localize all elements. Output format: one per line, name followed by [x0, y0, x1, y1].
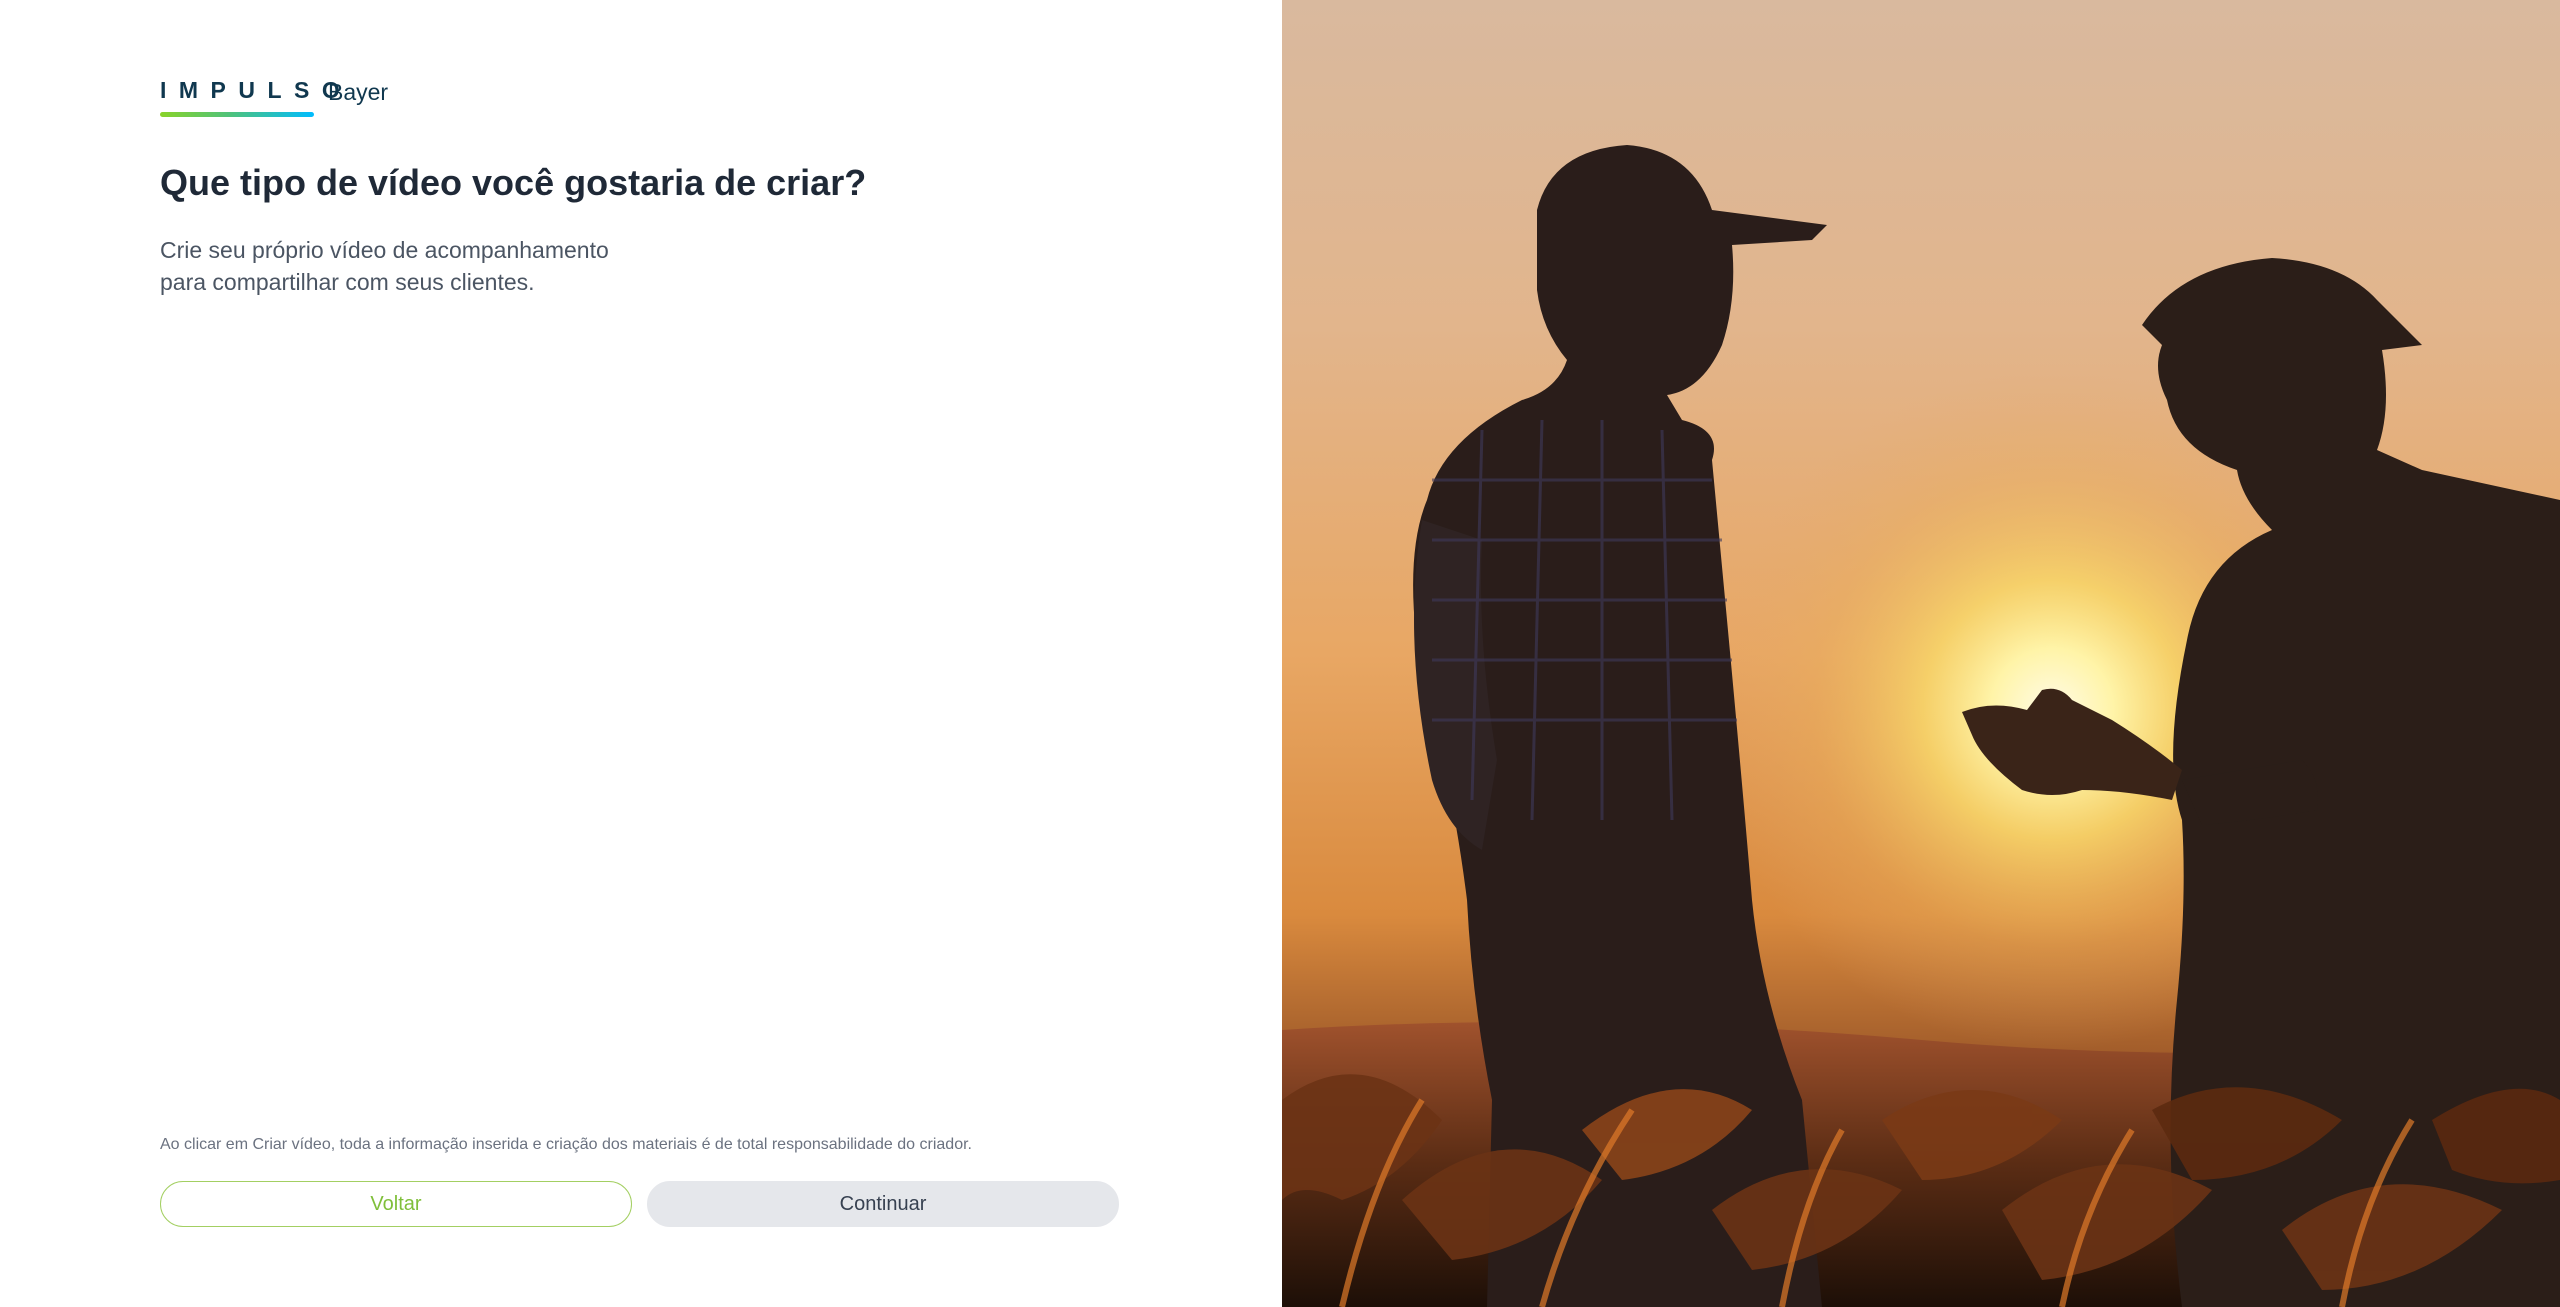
hero-photo-farmers-sunset — [1282, 0, 2560, 1307]
left-panel: IMPULSO Bayer Que tipo de vídeo você gos… — [0, 0, 1282, 1307]
continue-button[interactable]: Continuar — [647, 1181, 1119, 1227]
subtitle-line-1: Crie seu próprio vídeo de acompanhamento — [160, 237, 609, 263]
page-subtitle: Crie seu próprio vídeo de acompanhamento… — [160, 234, 720, 298]
subtitle-line-2: para compartilhar com seus clientes. — [160, 269, 535, 295]
page: IMPULSO Bayer Que tipo de vídeo você gos… — [0, 0, 2560, 1307]
logo-brand: Bayer — [328, 79, 389, 105]
logo-wordmark: IMPULSO — [160, 77, 353, 103]
back-button[interactable]: Voltar — [160, 1181, 632, 1227]
page-title: Que tipo de vídeo você gostaria de criar… — [160, 162, 867, 203]
disclaimer-text: Ao clicar em Criar vídeo, toda a informa… — [160, 1136, 972, 1153]
hero-photo-illustration — [1282, 0, 2560, 1307]
logo-gradient-underline — [160, 112, 314, 117]
